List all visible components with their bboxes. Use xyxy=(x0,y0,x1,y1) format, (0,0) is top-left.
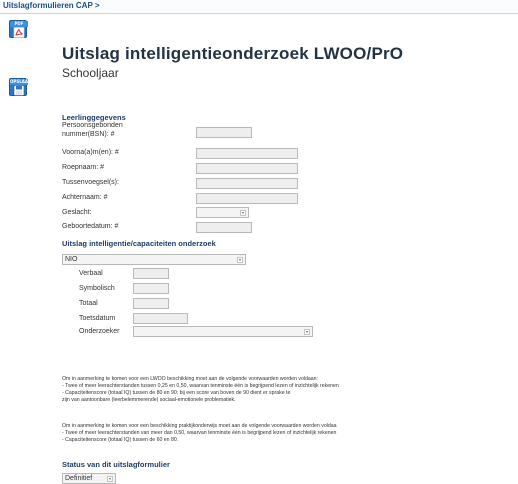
label-bsn-line1: Persoonsgebonden xyxy=(62,122,123,129)
breadcrumb[interactable]: Uitslagformulieren CAP > xyxy=(3,1,100,10)
chevron-down-icon xyxy=(240,210,246,216)
pdf-icon xyxy=(13,27,25,38)
status-select[interactable]: Definitief xyxy=(62,473,116,484)
label-verbaal: Verbaal xyxy=(79,270,103,277)
lwoo-note-line1: Om in aanmerking te komen voor een LWOO … xyxy=(62,376,318,382)
page-subtitle: Schooljaar xyxy=(62,66,119,80)
symbolisch-input[interactable] xyxy=(133,283,169,294)
label-totaal: Totaal xyxy=(79,300,98,307)
label-tussenvoegsel: Tussenvoegsel(s): xyxy=(62,179,119,186)
test-select-value: NIO xyxy=(65,256,78,263)
totaal-input[interactable] xyxy=(133,298,169,309)
chevron-down-icon xyxy=(107,476,113,482)
chevron-down-icon xyxy=(237,257,243,263)
label-toetsdatum: Toetsdatum xyxy=(79,315,116,322)
verbaal-input[interactable] xyxy=(133,268,169,279)
label-onderzoeker: Onderzoeker xyxy=(79,328,120,335)
bsn-input[interactable] xyxy=(196,127,252,138)
roepnaam-input[interactable] xyxy=(196,163,298,174)
section-title-leerlinggegevens: Leerlinggegevens xyxy=(62,113,126,122)
label-voornamen: Voorna(a)m(en): # xyxy=(62,149,119,156)
toetsdatum-input[interactable] xyxy=(133,313,188,324)
pdf-button[interactable]: PDF xyxy=(9,20,28,38)
pro-note-line3: - Capaciteitenscore (totaal IQ) tussen d… xyxy=(62,437,179,443)
label-bsn-line2: nummer(BSN): # xyxy=(62,131,115,138)
label-geboortedatum: Geboortedatum: # xyxy=(62,223,119,230)
top-bar: Uitslagformulieren CAP > xyxy=(0,0,518,14)
lwoo-note-line2: - Twee of meer leerachterstanden tussen … xyxy=(62,383,339,389)
pro-note-line2: - Twee of meer leerachterstanden van mee… xyxy=(62,430,337,436)
status-select-value: Definitief xyxy=(65,475,93,482)
chevron-down-icon xyxy=(304,329,310,335)
test-select[interactable]: NIO xyxy=(62,254,246,265)
floppy-disk-icon xyxy=(13,85,25,96)
tussenvoegsel-input[interactable] xyxy=(196,178,298,189)
section-title-intelligentie: Uitslag intelligentie/capaciteiten onder… xyxy=(62,239,216,248)
pro-note-line1: Om in aanmerking te komen voor een besch… xyxy=(62,423,337,429)
achternaam-input[interactable] xyxy=(196,193,298,204)
geslacht-select[interactable] xyxy=(196,207,249,218)
voornamen-input[interactable] xyxy=(196,148,298,159)
label-achternaam: Achternaam: # xyxy=(62,194,108,201)
geboortedatum-input[interactable] xyxy=(196,222,252,233)
label-symbolisch: Symbolisch xyxy=(79,285,115,292)
save-button[interactable]: OPSLAAN xyxy=(9,78,31,96)
page-title: Uitslag intelligentieonderzoek LWOO/PrO xyxy=(62,44,404,63)
section-title-status: Status van dit uitslagformulier xyxy=(62,460,170,469)
label-roepnaam: Roepnaam: # xyxy=(62,164,105,171)
lwoo-note-line3: - Capaciteitenscore (totaal IQ) tussen d… xyxy=(62,390,291,396)
label-geslacht: Geslacht: xyxy=(62,209,92,216)
lwoo-note-line4: zijn van aantoonbare (leerbelemmerende) … xyxy=(62,397,236,403)
onderzoeker-select[interactable] xyxy=(133,326,313,337)
